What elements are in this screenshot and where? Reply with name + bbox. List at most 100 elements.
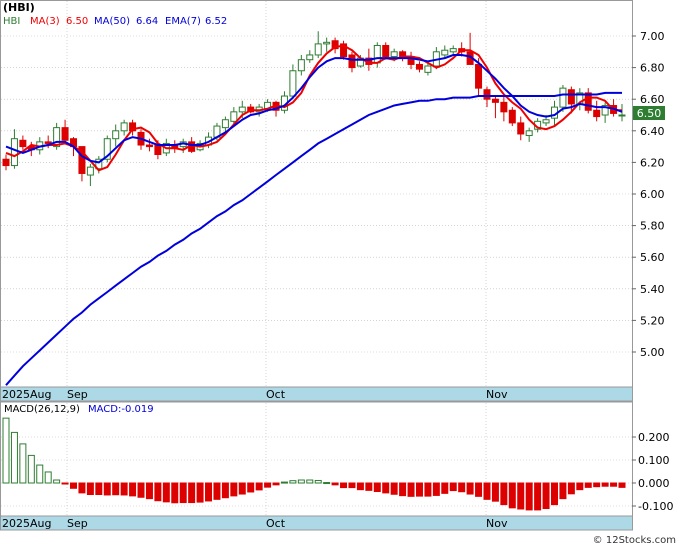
macd-bar [483, 482, 491, 500]
macd-bar [137, 482, 145, 498]
price-y-tick-label: 5.80 [640, 220, 665, 233]
legend-ma50-label: MA(50) [94, 16, 130, 27]
macd-bar [356, 482, 364, 491]
macd-bar [61, 482, 69, 485]
macd-x-tick-label: Oct [266, 517, 286, 530]
candle-body [289, 70, 297, 97]
macd-bar [534, 482, 542, 511]
candle-body [2, 158, 10, 167]
legend-ma3-label: MA(3) [30, 16, 60, 27]
candle-body [382, 44, 390, 58]
candle-body [390, 51, 398, 58]
price-x-tick-label: Sep [67, 388, 88, 401]
macd-bar [205, 482, 213, 502]
macd-bar [179, 482, 187, 504]
macd-bar [584, 482, 592, 488]
macd-bar [491, 482, 499, 502]
candle-body [567, 89, 575, 105]
macd-bar [601, 482, 609, 487]
macd-bar [103, 482, 111, 496]
legend-ticker: HBI [3, 16, 20, 27]
candle-body [475, 63, 483, 89]
macd-y-tick-label: 0.000 [638, 477, 670, 490]
macd-y-tick-label: -0.100 [638, 500, 673, 513]
macd-bar [297, 479, 305, 484]
candle-body [618, 114, 626, 117]
macd-y-axis: 0.200 0.100 0.000 -0.100 [632, 431, 673, 513]
macd-bar [373, 482, 381, 493]
price-y-tick-label: 5.20 [640, 314, 665, 327]
macd-bar [576, 482, 584, 491]
macd-bar [247, 482, 255, 493]
macd-y-tick-label: 0.100 [638, 454, 670, 467]
price-y-tick-label: 6.80 [640, 62, 665, 75]
macd-bar [78, 482, 86, 494]
price-x-tick-label: Oct [266, 388, 286, 401]
macd-bar [120, 482, 128, 496]
candle-body [86, 166, 94, 176]
macd-bar [424, 482, 432, 497]
macd-bar [27, 454, 35, 484]
macd-bar [213, 482, 221, 500]
candle-body [61, 127, 69, 141]
macd-bar [618, 482, 626, 488]
candle-body [593, 109, 601, 118]
candle-body [19, 139, 27, 148]
macd-x-tick-label: Sep [67, 517, 88, 530]
price-y-axis: 7.00 6.80 6.60 6.40 6.20 6.00 5.80 5.60 5.40 5.20… [632, 30, 665, 359]
last-price-marker: 6.50 [633, 106, 665, 120]
macd-bar [255, 482, 263, 491]
candle-body [348, 54, 356, 69]
macd-bar [323, 482, 331, 485]
macd-bar [525, 482, 533, 511]
price-y-tick-label: 6.60 [640, 93, 665, 106]
macd-bar [593, 482, 601, 488]
macd-bar [567, 482, 575, 495]
price-x-axis-band [0, 386, 633, 402]
legend-ma3-value: 6.50 [66, 16, 88, 27]
macd-bar [280, 481, 288, 484]
candle-body [449, 48, 457, 53]
macd-bar [272, 482, 280, 486]
macd-bar [162, 482, 170, 503]
macd-bar [306, 479, 314, 484]
macd-bar [449, 482, 457, 492]
candle-body [238, 106, 246, 113]
candle-body [491, 98, 499, 103]
macd-bar [145, 482, 153, 500]
macd-bar [415, 482, 423, 497]
candle-body [314, 43, 322, 56]
macd-bar [53, 479, 61, 484]
candle-body [10, 138, 18, 167]
macd-bar [399, 482, 407, 497]
macd-bar [365, 482, 373, 491]
macd-bar [36, 464, 44, 484]
macd-bar [70, 482, 78, 489]
last-price-label: 6.50 [637, 107, 662, 120]
price-y-tick-label: 5.40 [640, 283, 665, 296]
macd-bar [466, 482, 474, 495]
macd-bar [264, 482, 272, 488]
price-y-tick-label: 6.00 [640, 188, 665, 201]
candle-body [323, 41, 331, 45]
macd-bar [2, 417, 10, 484]
macd-bar [441, 482, 449, 494]
candle-body [145, 144, 153, 148]
macd-bar [432, 482, 440, 496]
price-panel-frame [0, 0, 633, 401]
candle-body [559, 87, 567, 108]
macd-bar [129, 482, 137, 497]
macd-bar [44, 471, 52, 484]
candle-body [424, 65, 432, 73]
macd-bar [407, 482, 415, 497]
legend-ema7-value: 6.52 [205, 16, 227, 27]
macd-bar [331, 482, 339, 486]
macd-bar [340, 482, 348, 489]
price-y-tick-label: 6.40 [640, 125, 665, 138]
candle-body [508, 109, 516, 124]
macd-bar [171, 482, 179, 504]
legend-ema7-label: EMA(7) [165, 16, 201, 27]
macd-bar [348, 482, 356, 489]
macd-bar [610, 482, 618, 487]
macd-bar [86, 482, 94, 495]
